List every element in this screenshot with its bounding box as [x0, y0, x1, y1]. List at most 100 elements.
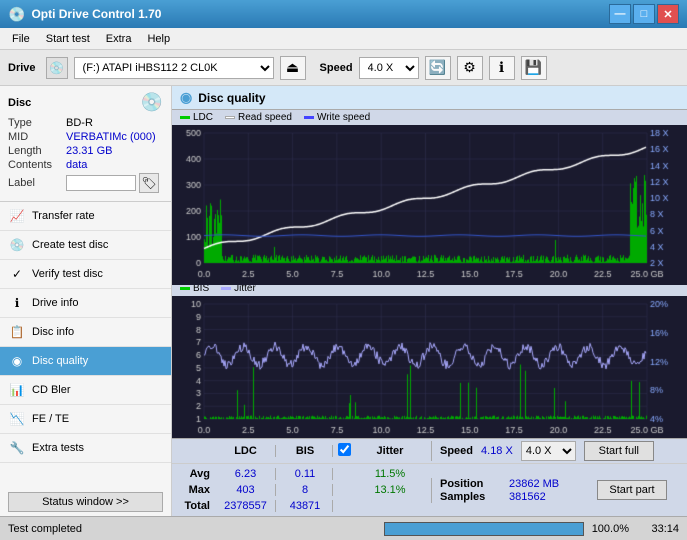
avg-ldc: 6.23	[216, 468, 276, 480]
app-icon: 💿	[8, 6, 25, 23]
transfer-rate-label: Transfer rate	[32, 210, 95, 222]
total-bis: 43871	[278, 500, 333, 512]
drive-label: Drive	[8, 62, 36, 74]
position-value: 23862 MB	[509, 478, 589, 490]
disc-info-panel: Disc 💿 Type BD-R MID VERBATIMc (000) Len…	[0, 86, 171, 202]
status-window-button[interactable]: Status window >>	[8, 492, 163, 512]
status-bar: Test completed 100.0% 33:14	[0, 516, 687, 540]
disc-label-label: Label	[8, 177, 66, 189]
stats-jitter-check[interactable]	[335, 443, 353, 459]
total-label: Total	[176, 500, 214, 512]
disc-quality-title: Disc quality	[198, 91, 265, 105]
stats-row: LDC BIS Jitter Speed 4.18 X 4.0 X Start …	[172, 438, 687, 463]
sidebar: Disc 💿 Type BD-R MID VERBATIMc (000) Len…	[0, 86, 172, 516]
chart1-legend: LDC Read speed Write speed	[172, 110, 687, 125]
stats-bis-header: BIS	[278, 445, 333, 457]
fe-te-icon: 📉	[8, 410, 26, 428]
nav-items: 📈 Transfer rate 💿 Create test disc ✓ Ver…	[0, 202, 171, 488]
fe-te-label: FE / TE	[32, 413, 69, 425]
toolbar: Drive 💿 (F:) ATAPI iHBS112 2 CL0K ⏏ Spee…	[0, 50, 687, 86]
disc-quality-header-icon: ◉	[180, 89, 192, 106]
disc-info-icon: 💿	[141, 92, 163, 113]
settings-button[interactable]: ⚙	[457, 56, 483, 80]
chart1-container	[172, 125, 687, 281]
speed-stat-select[interactable]: 4.0 X	[521, 441, 576, 461]
contents-label: Contents	[8, 159, 66, 171]
content-area: ◉ Disc quality LDC Read speed Write spee…	[172, 86, 687, 516]
mid-value: VERBATIMc (000)	[66, 131, 163, 143]
position-label: Position	[440, 478, 505, 490]
verify-test-disc-label: Verify test disc	[32, 268, 103, 280]
eject-button[interactable]: ⏏	[280, 56, 306, 80]
speed-select-toolbar[interactable]: 4.0 X 1.0 X 2.0 X 6.0 X 8.0 X	[359, 57, 419, 79]
read-speed-legend-label: Read speed	[238, 112, 292, 123]
start-part-button[interactable]: Start part	[597, 480, 667, 500]
status-text: Test completed	[8, 523, 376, 535]
speed-stat-label: Speed	[440, 445, 473, 457]
drive-select[interactable]: (F:) ATAPI iHBS112 2 CL0K	[74, 57, 274, 79]
nav-item-cd-bler[interactable]: 📊 CD Bler	[0, 376, 171, 405]
extra-tests-label: Extra tests	[32, 442, 84, 454]
stats-ldc-header: LDC	[216, 445, 276, 457]
nav-item-disc-quality[interactable]: ◉ Disc quality	[0, 347, 171, 376]
progress-bar-container	[384, 522, 584, 536]
nav-item-verify-test-disc[interactable]: ✓ Verify test disc	[0, 260, 171, 289]
length-value: 23.31 GB	[66, 145, 163, 157]
avg-bis: 0.11	[278, 468, 333, 480]
total-ldc: 2378557	[216, 500, 276, 512]
avg-jitter: 11.5%	[355, 468, 425, 480]
length-label: Length	[8, 145, 66, 157]
speed-label: Speed	[320, 62, 353, 74]
max-ldc: 403	[216, 484, 276, 496]
drive-info-label: Drive info	[32, 297, 78, 309]
nav-item-disc-info[interactable]: 📋 Disc info	[0, 318, 171, 347]
write-speed-legend-label: Write speed	[317, 112, 370, 123]
app-title: Opti Drive Control 1.70	[31, 7, 161, 21]
create-test-disc-icon: 💿	[8, 236, 26, 254]
menu-file[interactable]: File	[4, 31, 38, 47]
refresh-button[interactable]: 🔄	[425, 56, 451, 80]
verify-test-disc-icon: ✓	[8, 265, 26, 283]
create-test-disc-label: Create test disc	[32, 239, 108, 251]
stats-values-row: Avg 6.23 0.11 11.5% Max 403 8 13.1% Tota…	[172, 463, 687, 516]
extra-tests-icon: 🔧	[8, 439, 26, 457]
maximize-button[interactable]: □	[633, 4, 655, 24]
disc-info-nav-icon: 📋	[8, 323, 26, 341]
speed-stat-value: 4.18 X	[481, 445, 513, 457]
disc-panel-title: Disc	[8, 97, 31, 109]
mid-label: MID	[8, 131, 66, 143]
save-button[interactable]: 💾	[521, 56, 547, 80]
transfer-rate-icon: 📈	[8, 207, 26, 225]
nav-item-create-test-disc[interactable]: 💿 Create test disc	[0, 231, 171, 260]
menu-bar: File Start test Extra Help	[0, 28, 687, 50]
nav-item-transfer-rate[interactable]: 📈 Transfer rate	[0, 202, 171, 231]
max-label: Max	[176, 484, 214, 496]
ldc-legend-label: LDC	[193, 112, 213, 123]
nav-item-extra-tests[interactable]: 🔧 Extra tests	[0, 434, 171, 463]
samples-value: 381562	[509, 491, 589, 503]
nav-item-fe-te[interactable]: 📉 FE / TE	[0, 405, 171, 434]
menu-extra[interactable]: Extra	[98, 31, 140, 47]
max-bis: 8	[278, 484, 333, 496]
minimize-button[interactable]: —	[609, 4, 631, 24]
chart2-container	[172, 296, 687, 438]
menu-help[interactable]: Help	[139, 31, 178, 47]
disc-info-nav-label: Disc info	[32, 326, 74, 338]
info-button[interactable]: ℹ	[489, 56, 515, 80]
disc-quality-nav-label: Disc quality	[32, 355, 88, 367]
cd-bler-icon: 📊	[8, 381, 26, 399]
cd-bler-label: CD Bler	[32, 384, 71, 396]
start-full-button[interactable]: Start full	[584, 441, 654, 461]
close-button[interactable]: ✕	[657, 4, 679, 24]
drive-info-icon: ℹ	[8, 294, 26, 312]
nav-item-drive-info[interactable]: ℹ Drive info	[0, 289, 171, 318]
disc-label-input[interactable]	[66, 175, 136, 191]
disc-quality-header: ◉ Disc quality	[172, 86, 687, 110]
disc-label-icon[interactable]: 🏷	[139, 173, 159, 193]
status-time: 33:14	[629, 523, 679, 535]
chart2-canvas	[172, 296, 687, 438]
type-value: BD-R	[66, 117, 163, 129]
menu-start-test[interactable]: Start test	[38, 31, 98, 47]
type-label: Type	[8, 117, 66, 129]
samples-label: Samples	[440, 491, 505, 503]
